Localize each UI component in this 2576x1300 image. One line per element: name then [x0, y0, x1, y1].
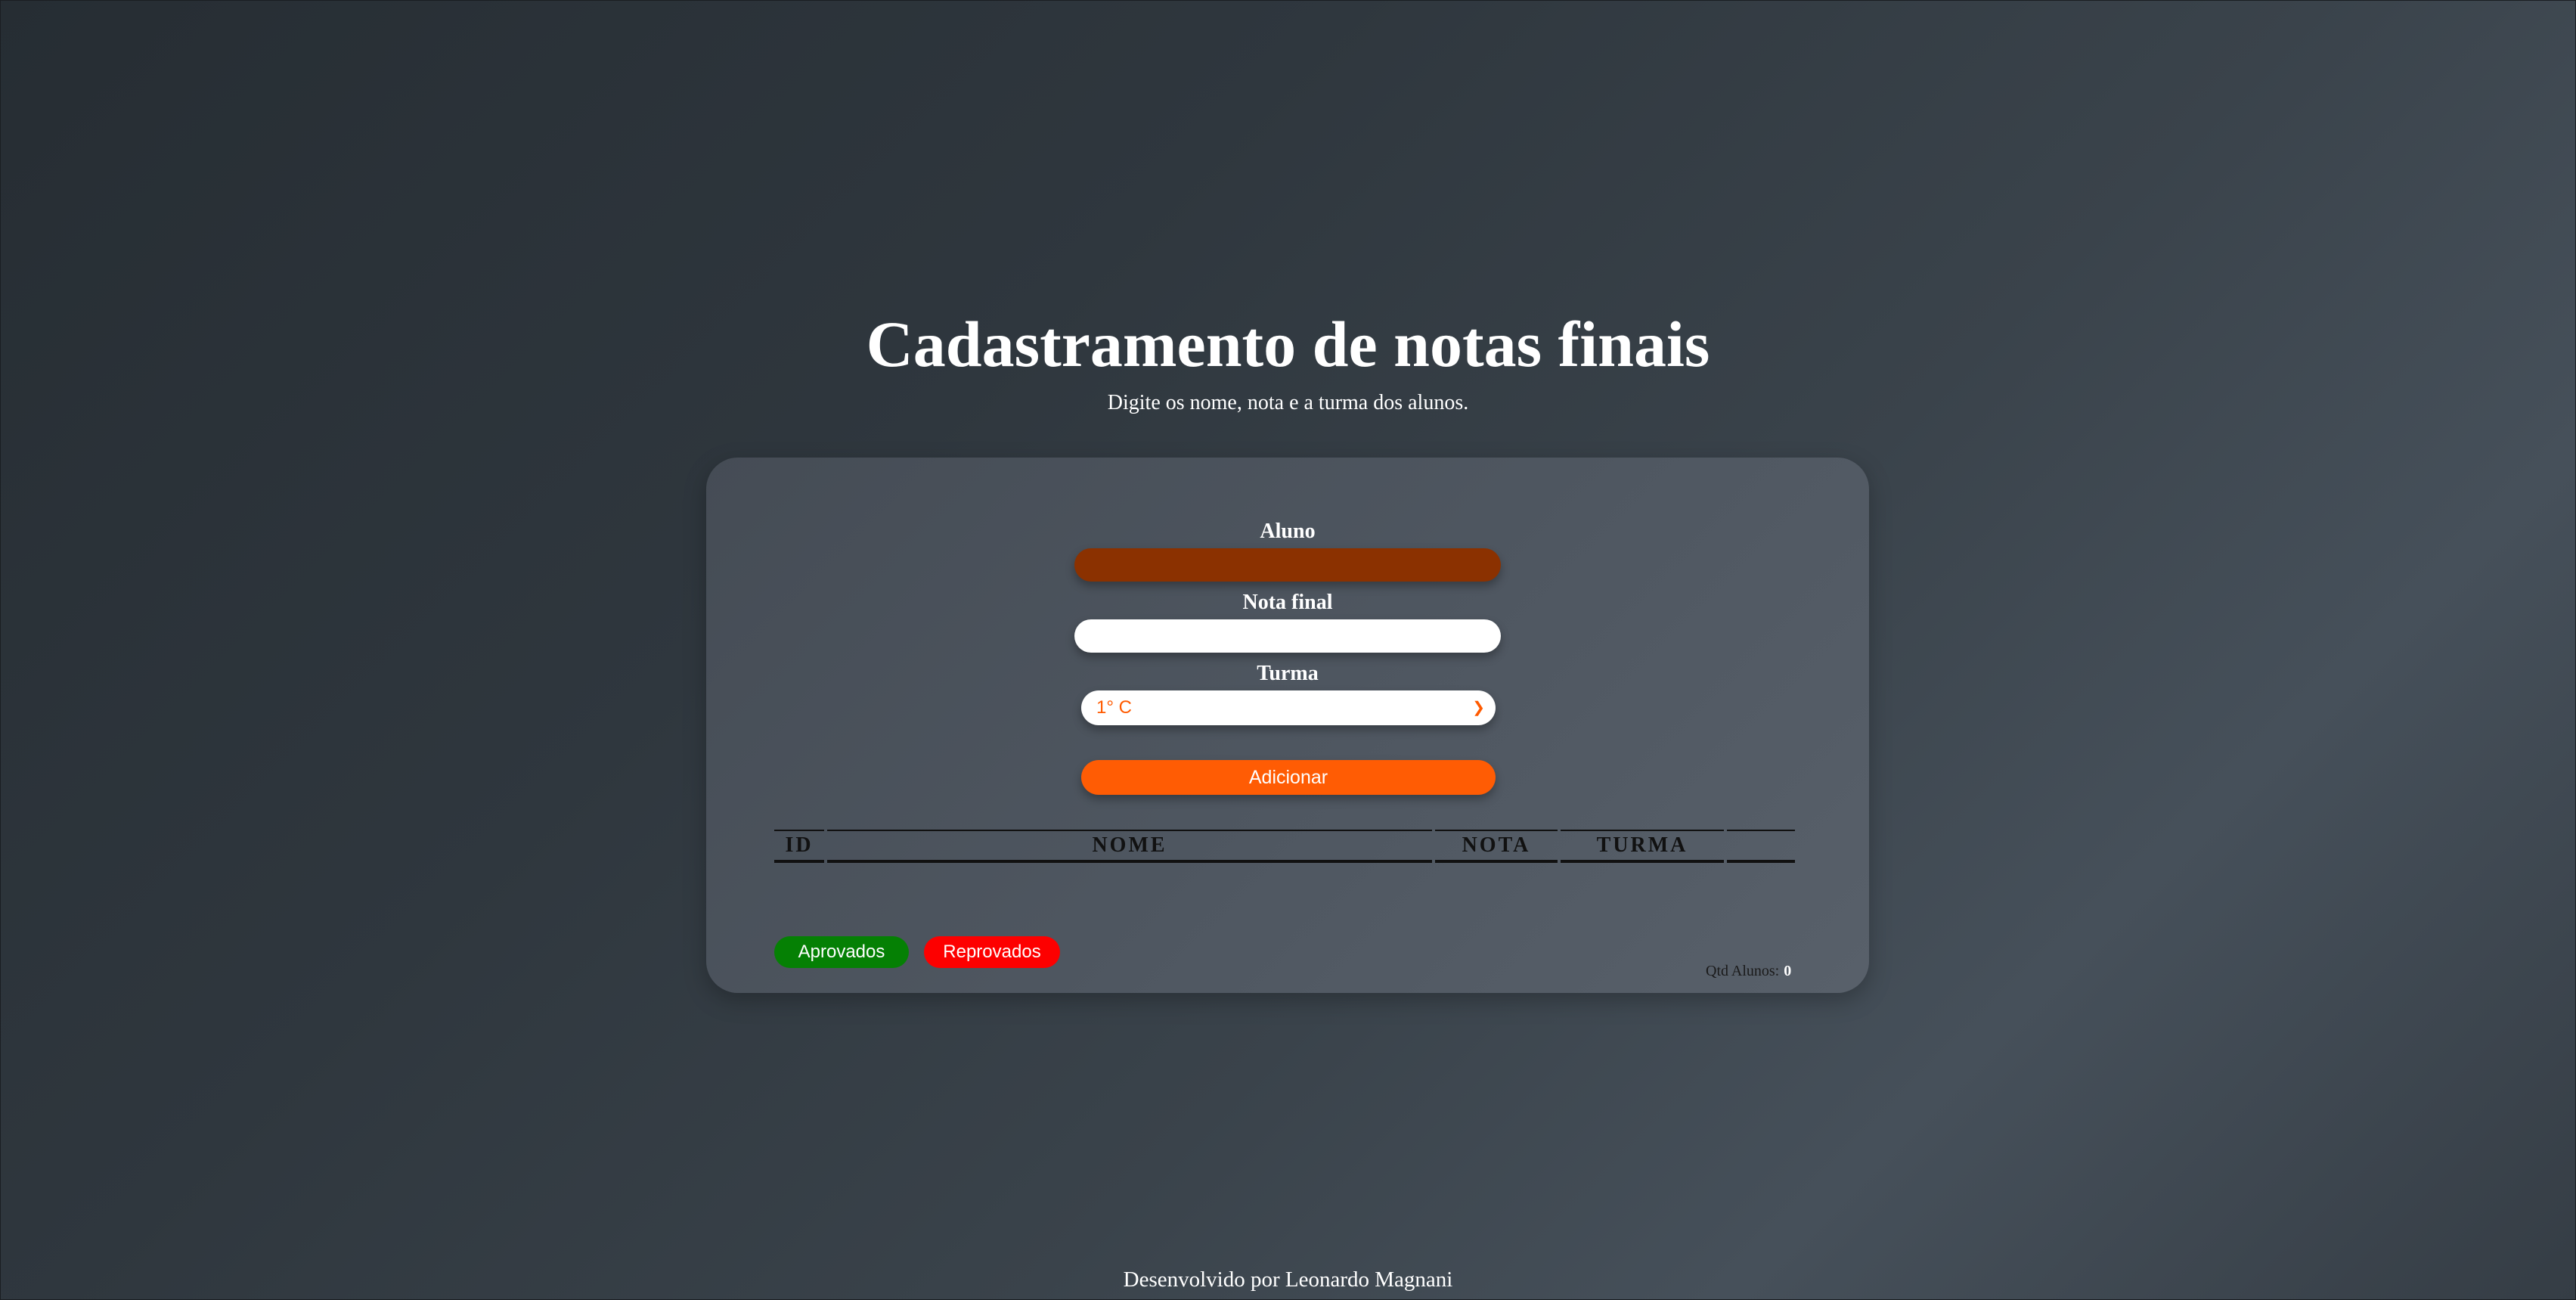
- turma-select[interactable]: 1° C ❯: [1081, 690, 1496, 725]
- aprovados-button[interactable]: Aprovados: [774, 936, 909, 968]
- turma-label: Turma: [1257, 662, 1319, 685]
- nota-final-input[interactable]: [1074, 619, 1501, 653]
- student-count-label: Qtd Alunos:: [1706, 963, 1780, 979]
- column-header-turma: TURMA: [1561, 830, 1724, 863]
- footer-credit: Desenvolvido por Leonardo Magnani: [1123, 1267, 1453, 1292]
- page-subtitle: Digite os nome, nota e a turma dos aluno…: [1107, 391, 1469, 414]
- student-count: Qtd Alunos: 0: [1706, 963, 1791, 980]
- students-table-header: ID NOME NOTA TURMA: [774, 830, 1801, 863]
- aluno-label: Aluno: [1260, 520, 1316, 543]
- reprovados-button[interactable]: Reprovados: [924, 936, 1060, 968]
- add-button[interactable]: Adicionar: [1081, 760, 1496, 795]
- turma-selected-value: 1° C: [1096, 697, 1132, 718]
- column-header-nome: NOME: [827, 830, 1432, 863]
- page-header: Cadastramento de notas finais Digite os …: [0, 299, 2576, 417]
- column-header-actions: [1727, 830, 1795, 863]
- column-header-nota: NOTA: [1435, 830, 1558, 863]
- student-count-value: 0: [1784, 963, 1792, 979]
- form-card: Aluno Nota final Turma 1° C ❯ Adicionar …: [706, 458, 1869, 993]
- page-title: Cadastramento de notas finais: [866, 308, 1710, 380]
- chevron-down-icon: ❯: [1472, 700, 1485, 716]
- nota-final-label: Nota final: [1242, 591, 1333, 614]
- column-header-id: ID: [774, 830, 824, 863]
- aluno-input[interactable]: [1074, 548, 1501, 582]
